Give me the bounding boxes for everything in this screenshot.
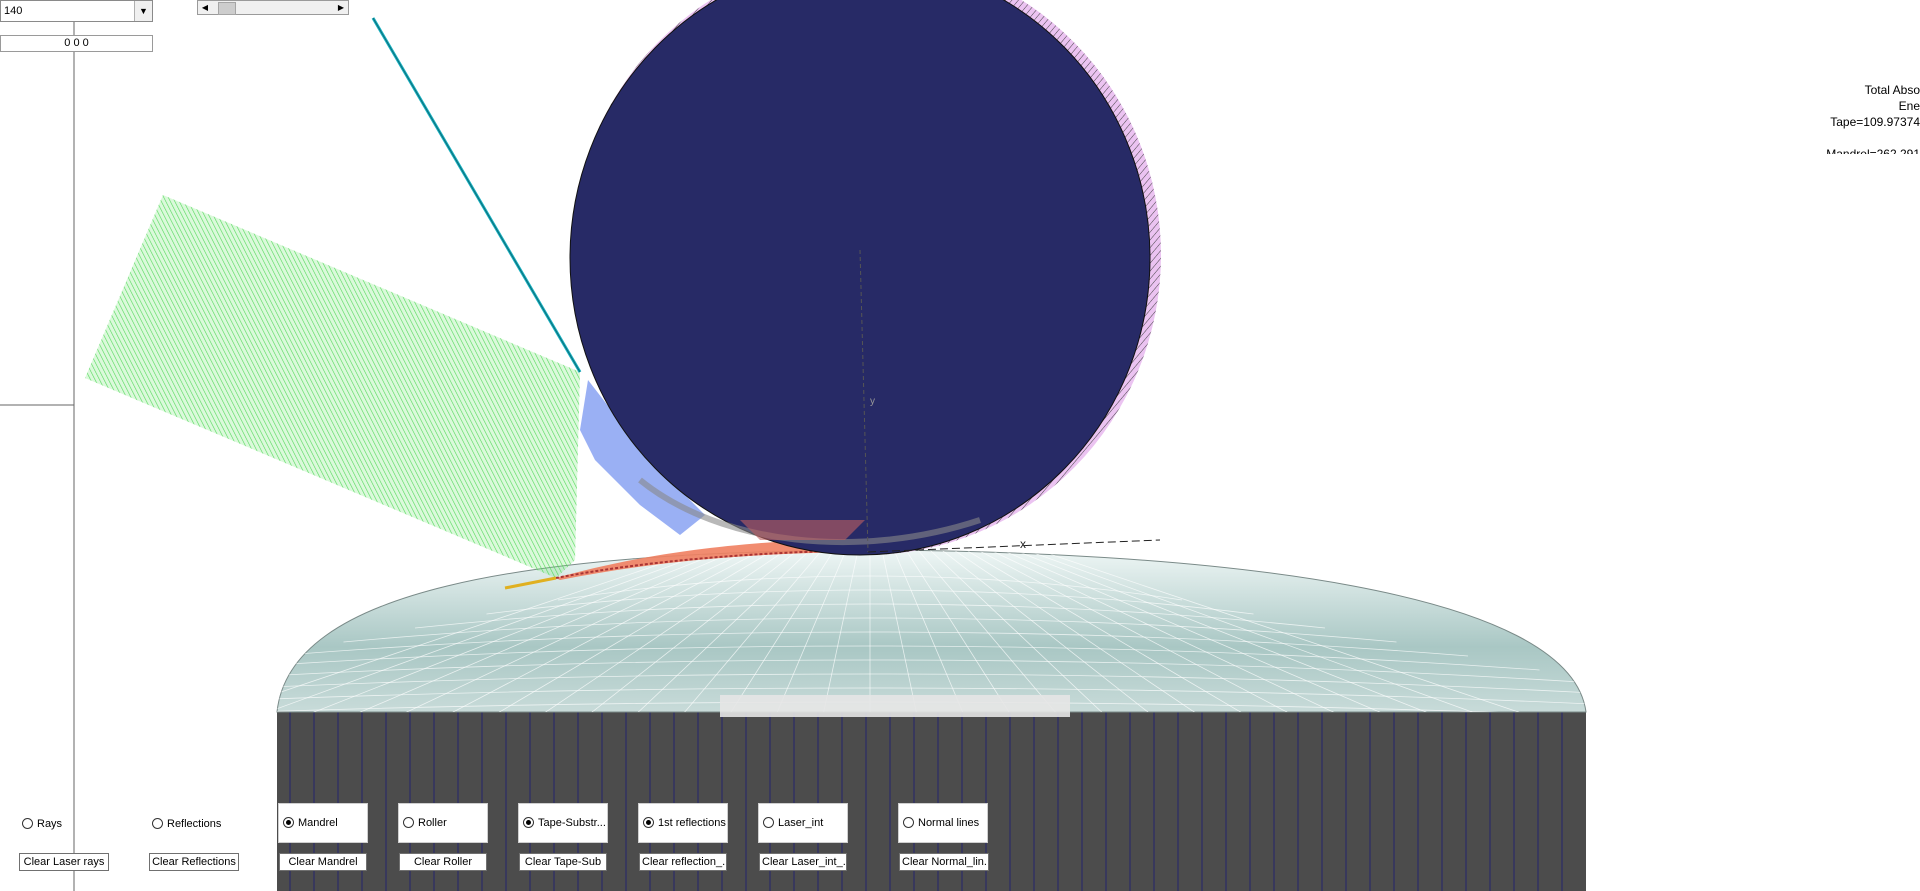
energy-subtitle: Ene <box>1898 99 1920 113</box>
horizontal-slider[interactable]: ◀ ▶ <box>197 0 349 15</box>
clear-tape-sub-button[interactable]: Clear Tape-Sub <box>519 853 607 871</box>
energy-panel: Total Abso Ene Tape=109.97374 Mandrel=26… <box>1820 82 1920 154</box>
radio-icon[interactable] <box>283 817 294 828</box>
radio-icon[interactable] <box>763 817 774 828</box>
toggle-reflections[interactable]: Reflections <box>148 805 248 845</box>
radio-icon[interactable] <box>643 817 654 828</box>
toggle-label: Tape-Substr... <box>538 817 606 829</box>
energy-tape: Tape=109.97374 <box>1830 115 1920 129</box>
toggle-label: Rays <box>37 818 63 830</box>
clear-normal-lines-button[interactable]: Clear Normal_lin... <box>899 853 989 871</box>
clear-laser-rays-button[interactable]: Clear Laser rays <box>19 853 109 871</box>
toggle-label: Roller <box>418 817 447 829</box>
toggle-label: Reflections <box>167 818 222 830</box>
axis-x-label: x <box>1020 537 1026 551</box>
energy-mandrel: Mandrel=262.291 <box>1826 147 1920 154</box>
3d-viewport[interactable]: y x <box>0 0 1920 891</box>
coordinate-field[interactable]: 0 0 0 <box>0 35 153 52</box>
toggle-label: Mandrel <box>298 817 338 829</box>
roller <box>569 0 1161 556</box>
scroll-left-icon[interactable]: ◀ <box>198 1 212 14</box>
slider-thumb[interactable] <box>218 2 236 15</box>
value-dropdown-text: 140 <box>4 5 23 17</box>
toggle-roller[interactable]: Roller <box>398 803 488 843</box>
toggle-label: Normal lines <box>918 817 980 829</box>
toggle-normal-lines[interactable]: Normal lines <box>898 803 988 843</box>
toggle-rays[interactable]: Rays <box>18 805 108 845</box>
radio-icon[interactable] <box>523 817 534 828</box>
energy-title: Total Abso <box>1864 83 1920 97</box>
toggle-label: 1st reflections <box>658 817 726 829</box>
value-dropdown[interactable]: 140 ▼ <box>0 0 153 22</box>
clear-reflections-button[interactable]: Clear Reflections <box>149 853 239 871</box>
radio-icon[interactable] <box>152 818 163 829</box>
chevron-down-icon[interactable]: ▼ <box>134 1 152 21</box>
axis-y-label: y <box>870 396 875 407</box>
clear-roller-button[interactable]: Clear Roller <box>399 853 487 871</box>
toggle-laser-int[interactable]: Laser_int <box>758 803 848 843</box>
clear-mandrel-button[interactable]: Clear Mandrel <box>279 853 367 871</box>
radio-icon[interactable] <box>403 817 414 828</box>
clear-reflection-button[interactable]: Clear reflection_... <box>639 853 727 871</box>
radio-icon[interactable] <box>22 818 33 829</box>
radio-icon[interactable] <box>903 817 914 828</box>
toggle-1st-reflections[interactable]: 1st reflections <box>638 803 728 843</box>
toggle-mandrel[interactable]: Mandrel <box>278 803 368 843</box>
scroll-right-icon[interactable]: ▶ <box>334 1 348 14</box>
clear-laser-int-button[interactable]: Clear Laser_int_... <box>759 853 847 871</box>
toggle-label: Laser_int <box>778 817 824 829</box>
toggle-tape-substrate[interactable]: Tape-Substr... <box>518 803 608 843</box>
